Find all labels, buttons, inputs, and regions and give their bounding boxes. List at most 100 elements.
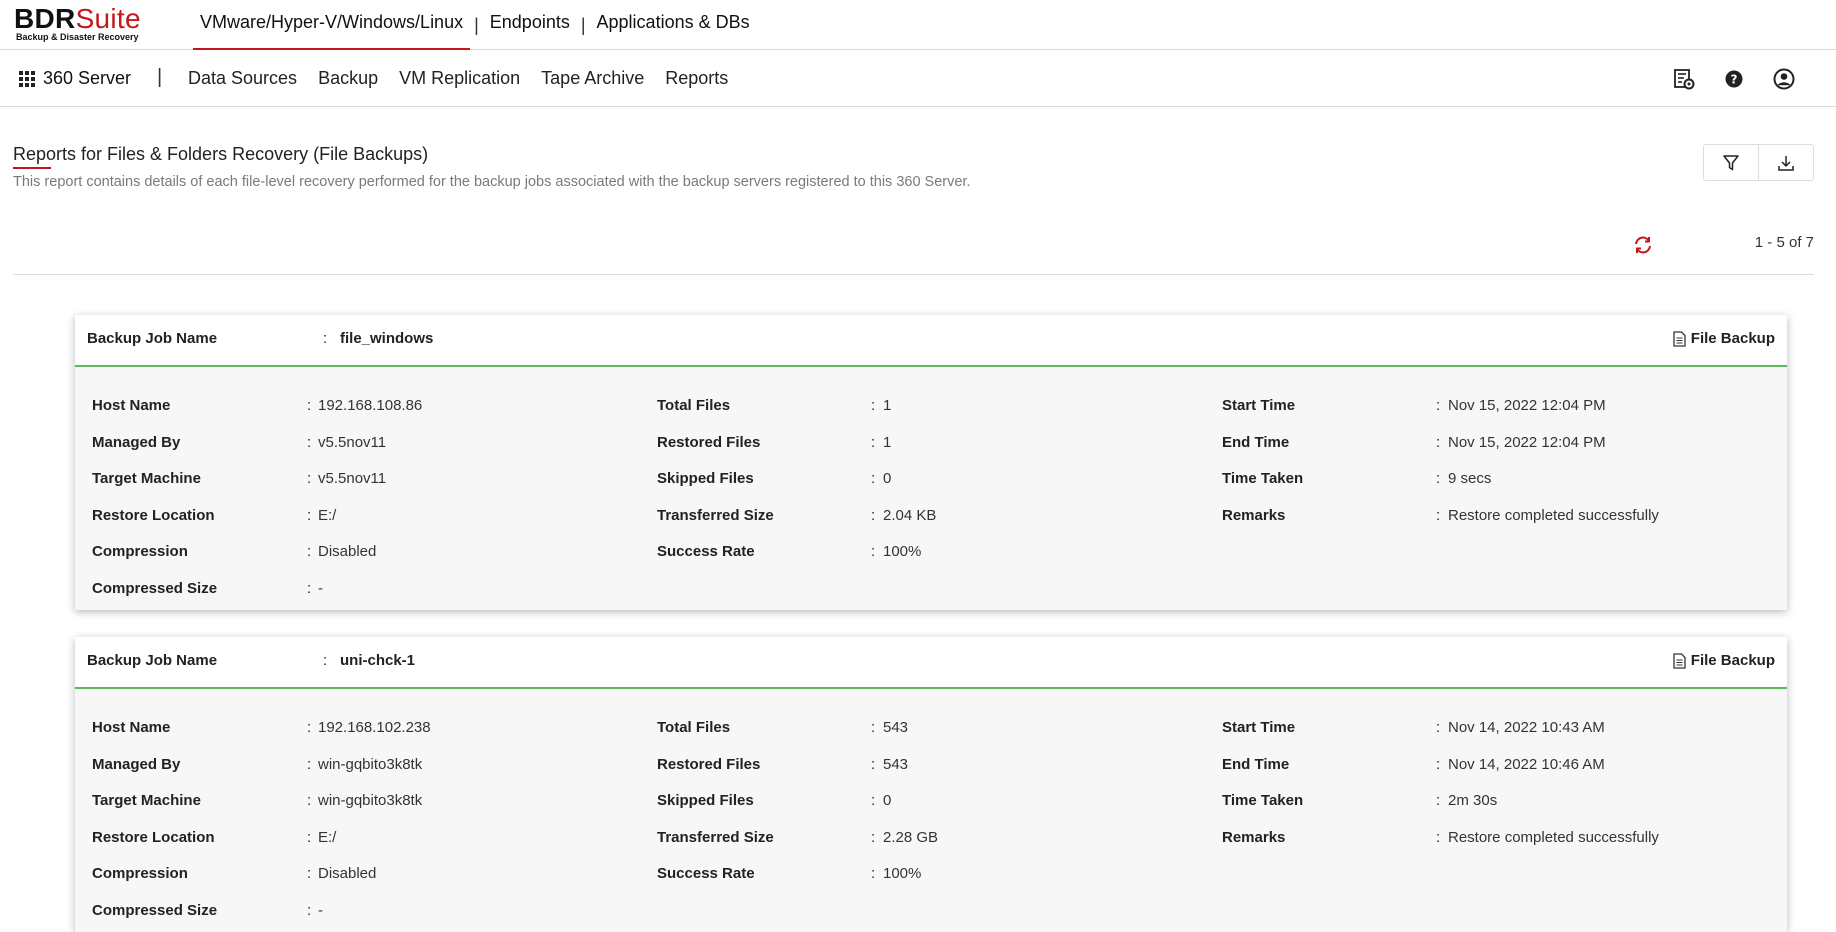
end-time-value: Nov 15, 2022 12:04 PM xyxy=(1448,434,1606,451)
nav-separator: | xyxy=(157,66,163,88)
nav-vm-replication[interactable]: VM Replication xyxy=(399,68,520,89)
start-time-label: Start Time xyxy=(1222,397,1296,414)
transferred-size-label: Transferred Size xyxy=(657,829,774,846)
colon: : xyxy=(1436,756,1441,773)
backup-type: File Backup xyxy=(1673,330,1775,347)
page-title: Reports for Files & Folders Recovery (Fi… xyxy=(13,144,429,164)
page-description: This report contains details of each fil… xyxy=(13,174,971,190)
colon: : xyxy=(307,580,312,597)
colon: : xyxy=(871,865,876,882)
filter-button[interactable] xyxy=(1704,145,1758,180)
time-taken-value: 9 secs xyxy=(1448,470,1492,487)
colon: : xyxy=(307,719,312,736)
sub-navigation: 360 Server | Data Sources Backup VM Repl… xyxy=(0,50,1836,107)
app-grid-icon[interactable] xyxy=(19,70,35,87)
restore-location-value: E:/ xyxy=(318,507,337,524)
logo-text-suite: Suite xyxy=(75,3,141,34)
skipped-files-value: 0 xyxy=(883,792,892,809)
nav-backup[interactable]: Backup xyxy=(318,68,378,89)
nav-reports[interactable]: Reports xyxy=(665,68,728,89)
host-name-label: Host Name xyxy=(92,397,171,414)
user-icon[interactable] xyxy=(1772,67,1796,91)
colon: : xyxy=(871,756,876,773)
colon: : xyxy=(871,470,876,487)
compression-value: Disabled xyxy=(318,865,377,882)
time-taken-label: Time Taken xyxy=(1222,792,1304,809)
compression-label: Compression xyxy=(92,865,188,882)
report-tools xyxy=(1703,144,1814,181)
download-button[interactable] xyxy=(1758,145,1813,180)
compressed-size-label: Compressed Size xyxy=(92,580,218,597)
success-rate-label: Success Rate xyxy=(657,543,755,560)
total-files-label: Total Files xyxy=(657,397,731,414)
report-settings-icon[interactable] xyxy=(1672,67,1696,91)
refresh-icon[interactable] xyxy=(1632,234,1654,256)
skipped-files-label: Skipped Files xyxy=(657,470,754,487)
restored-files-value: 1 xyxy=(883,434,892,451)
bdrsuite-logo[interactable]: BDRSuite Backup & Disaster Recovery xyxy=(14,3,141,43)
total-files-value: 1 xyxy=(883,397,892,414)
remarks-label: Remarks xyxy=(1222,507,1286,524)
end-time-label: End Time xyxy=(1222,756,1290,773)
tab-separator: | xyxy=(580,15,586,35)
transferred-size-value: 2.04 KB xyxy=(883,507,937,524)
document-icon xyxy=(1673,652,1686,669)
main-nav: Data Sources Backup VM Replication Tape … xyxy=(188,50,749,107)
restore-location-label: Restore Location xyxy=(92,829,215,846)
compressed-size-value: - xyxy=(318,580,323,597)
remarks-label: Remarks xyxy=(1222,829,1286,846)
managed-by-label: Managed By xyxy=(92,756,181,773)
colon: : xyxy=(871,543,876,560)
host-name-label: Host Name xyxy=(92,719,171,736)
compression-label: Compression xyxy=(92,543,188,560)
recovery-card: Backup Job Name : uni-chck-1 File Backup… xyxy=(75,637,1787,932)
header-actions: ? xyxy=(1672,50,1796,107)
managed-by-value: win-gqbito3k8tk xyxy=(318,756,423,773)
success-rate-value: 100% xyxy=(883,865,922,882)
job-name-value: file_windows xyxy=(340,330,434,347)
tab-applications-dbs[interactable]: Applications & DBs xyxy=(590,0,757,50)
managed-by-label: Managed By xyxy=(92,434,181,451)
colon: : xyxy=(307,756,312,773)
pagination-count: 1 - 5 of 7 xyxy=(1754,234,1814,251)
colon: : xyxy=(307,543,312,560)
restored-files-label: Restored Files xyxy=(657,756,761,773)
colon: : xyxy=(307,470,312,487)
tab-vmware-hyperv-windows-linux[interactable]: VMware/Hyper-V/Windows/Linux xyxy=(193,0,471,50)
skipped-files-value: 0 xyxy=(883,470,892,487)
host-name-value: 192.168.102.238 xyxy=(318,719,431,736)
recovery-card: Backup Job Name : file_windows File Back… xyxy=(75,315,1787,610)
time-taken-value: 2m 30s xyxy=(1448,792,1498,809)
card-details: Host Name : 192.168.102.238 Managed By :… xyxy=(75,689,1787,932)
colon: : xyxy=(323,652,328,669)
transferred-size-value: 2.28 GB xyxy=(883,829,939,846)
colon: : xyxy=(871,792,876,809)
nav-data-sources[interactable]: Data Sources xyxy=(188,68,297,89)
start-time-value: Nov 14, 2022 10:43 AM xyxy=(1448,719,1605,736)
compressed-size-label: Compressed Size xyxy=(92,902,218,919)
tab-separator: | xyxy=(474,15,479,35)
colon: : xyxy=(307,865,312,882)
download-icon xyxy=(1778,155,1794,171)
end-time-label: End Time xyxy=(1222,434,1290,451)
success-rate-label: Success Rate xyxy=(657,865,755,882)
colon: : xyxy=(307,507,312,524)
colon: : xyxy=(871,829,876,846)
restored-files-label: Restored Files xyxy=(657,434,761,451)
tab-endpoints[interactable]: Endpoints xyxy=(483,0,577,50)
top-header: BDRSuite Backup & Disaster Recovery VMwa… xyxy=(0,0,1836,50)
colon: : xyxy=(1436,719,1441,736)
remarks-value: Restore completed successfully xyxy=(1448,507,1659,524)
colon: : xyxy=(871,397,876,414)
end-time-value: Nov 14, 2022 10:46 AM xyxy=(1448,756,1605,773)
time-taken-label: Time Taken xyxy=(1222,470,1304,487)
document-icon xyxy=(1673,330,1686,347)
card-header: Backup Job Name : uni-chck-1 File Backup xyxy=(75,637,1787,689)
target-machine-label: Target Machine xyxy=(92,792,201,809)
server-menu[interactable]: 360 Server xyxy=(19,50,131,107)
colon: : xyxy=(1436,397,1441,414)
help-icon[interactable]: ? xyxy=(1722,67,1746,91)
nav-tape-archive[interactable]: Tape Archive xyxy=(541,68,644,89)
compressed-size-value: - xyxy=(318,902,323,919)
restored-files-value: 543 xyxy=(883,756,909,773)
